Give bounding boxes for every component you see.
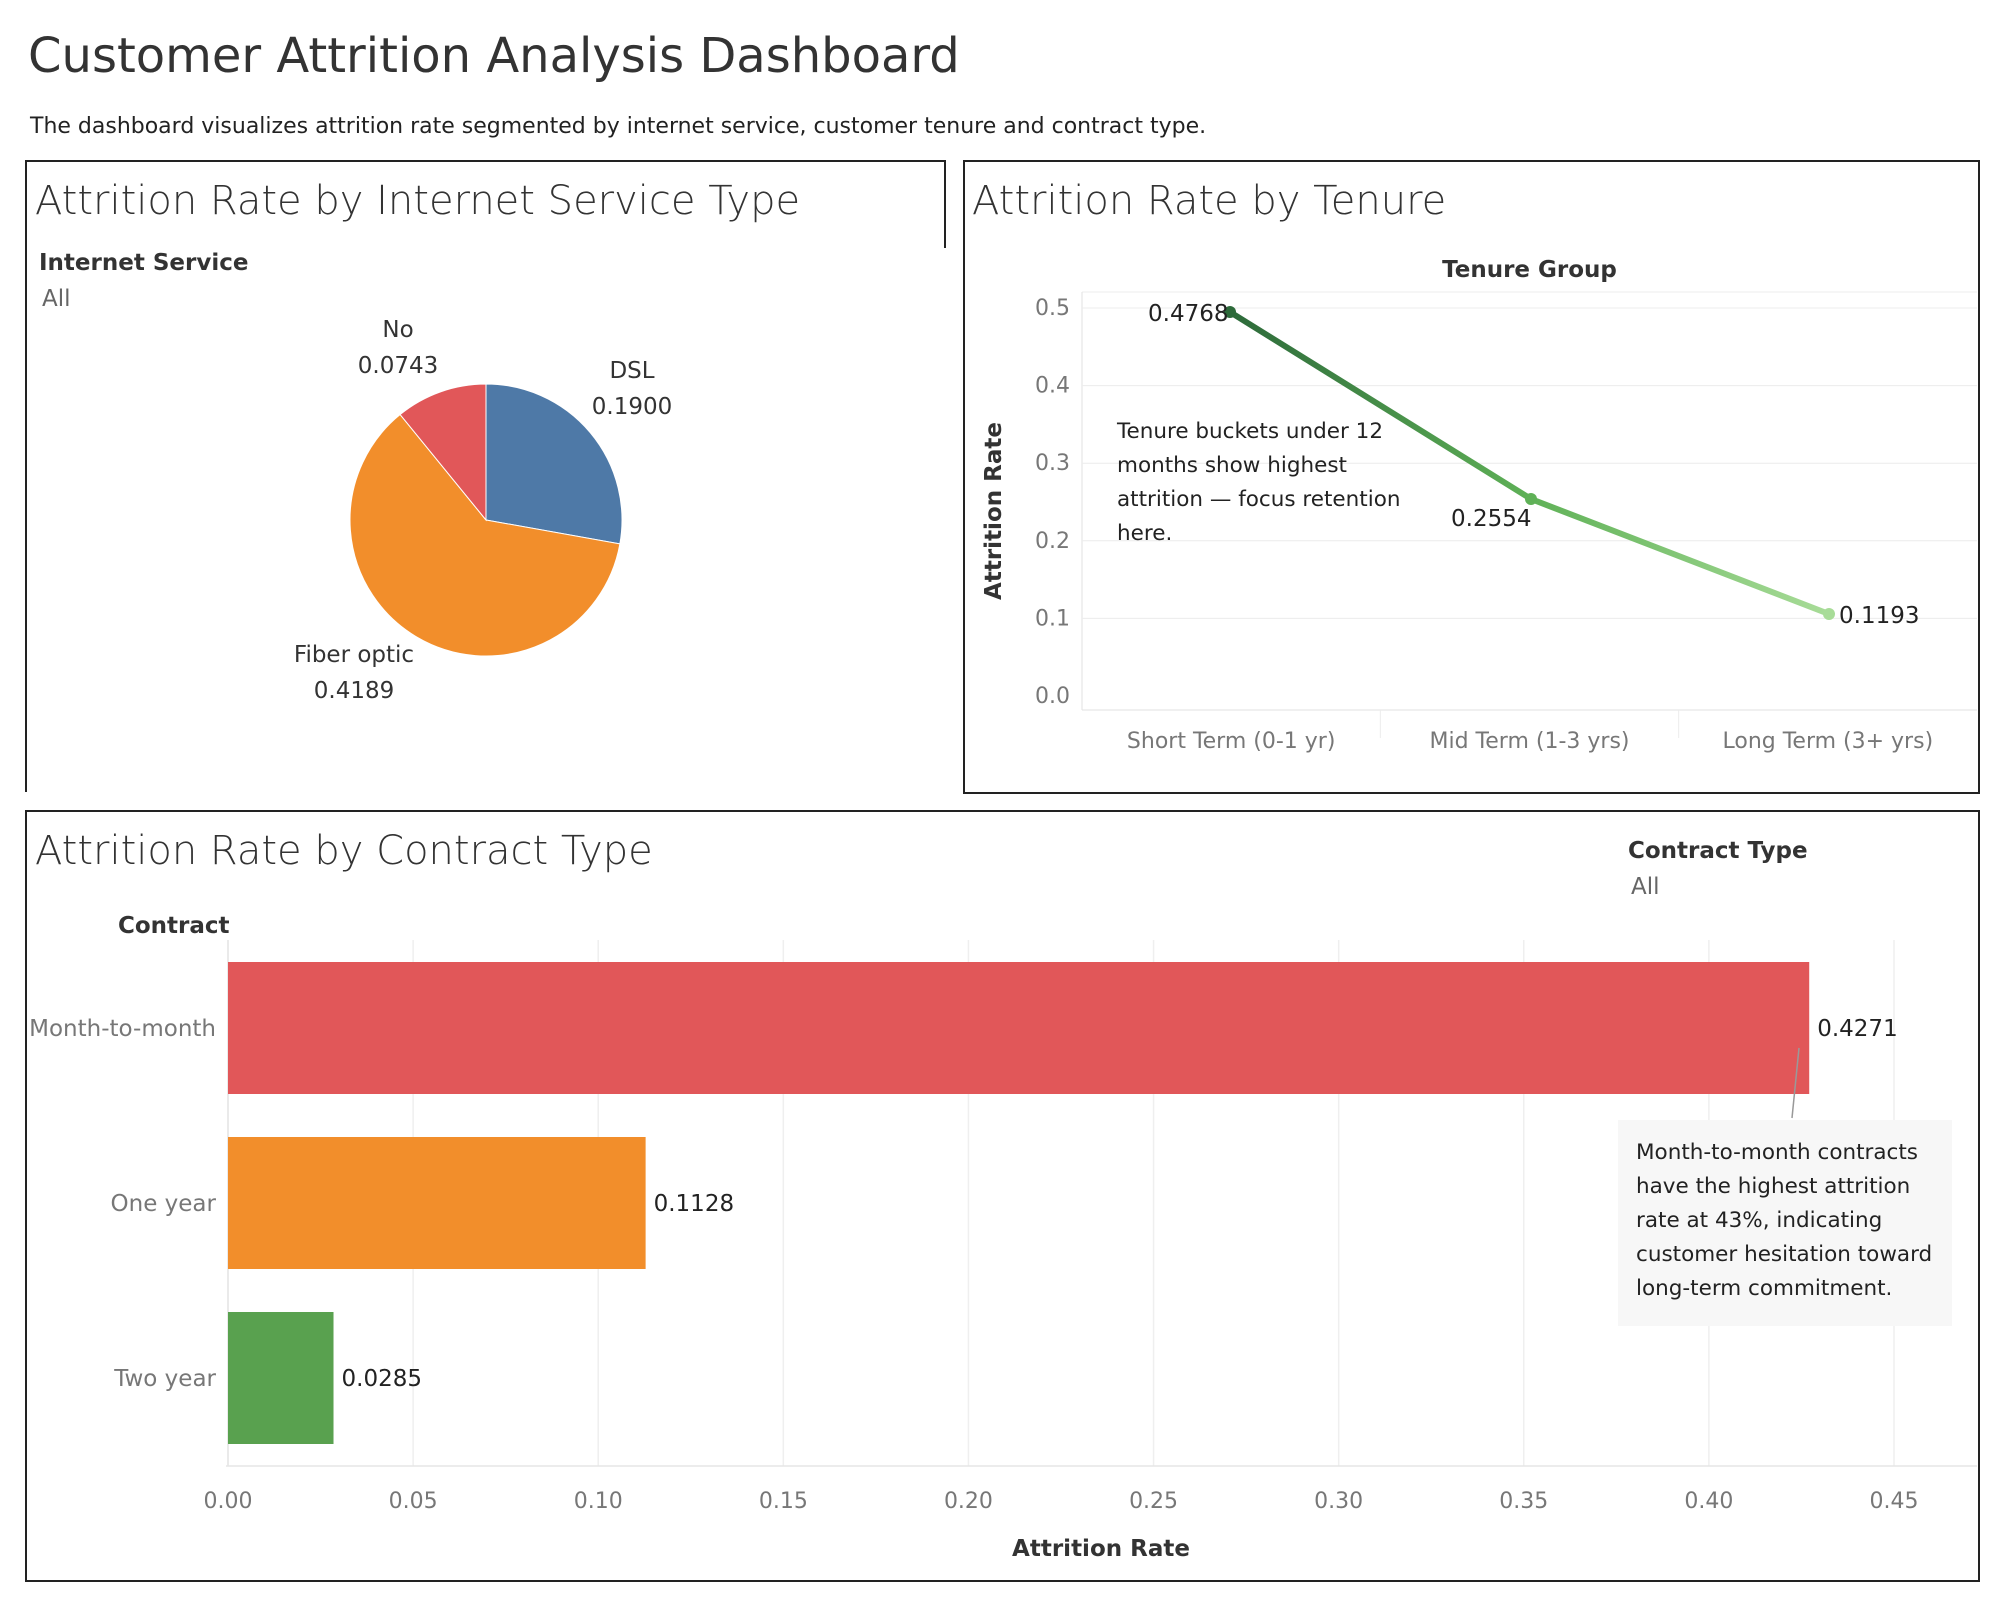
tenure-panel-title: Attrition Rate by Tenure bbox=[972, 178, 1447, 224]
line-y-tick-label: 0.5 bbox=[1035, 296, 1070, 321]
tenure-point bbox=[1823, 608, 1835, 620]
bar-x-tick-label: 0.35 bbox=[1499, 1489, 1548, 1514]
bar-value-label: 0.1128 bbox=[654, 1191, 734, 1217]
line-y-tick-label: 0.4 bbox=[1035, 374, 1070, 399]
contract-annotation: Month-to-month contracts have the highes… bbox=[1618, 1120, 1952, 1326]
pie-label-fiber-optic-category: Fiber optic bbox=[294, 642, 414, 668]
line-x-tick-label: Mid Term (1-3 yrs) bbox=[1430, 729, 1630, 754]
bar-category-label: Month-to-month bbox=[29, 1016, 216, 1042]
tenure-data-label: 0.2554 bbox=[1451, 506, 1531, 532]
bar-x-tick-label: 0.05 bbox=[389, 1489, 438, 1514]
line-y-tick-label: 0.1 bbox=[1035, 606, 1070, 631]
bar-x-tick-label: 0.00 bbox=[204, 1489, 253, 1514]
line-y-axis-title: Attrition Rate bbox=[981, 422, 1007, 600]
contract-axis-title: Contract bbox=[118, 913, 230, 939]
tenure-annotation: Tenure buckets under 12 months show high… bbox=[1117, 419, 1401, 546]
bar-category-label: Two year bbox=[113, 1366, 216, 1392]
pie-label-fiber-optic-value: 0.4189 bbox=[314, 678, 394, 704]
line-x-tick-label: Short Term (0-1 yr) bbox=[1127, 729, 1336, 754]
bar-x-tick-label: 0.25 bbox=[1129, 1489, 1178, 1514]
contract-type-filter-label: Contract Type bbox=[1628, 838, 1808, 864]
bar-category-label: One year bbox=[111, 1191, 217, 1217]
pie-label-dsl-category: DSL bbox=[609, 358, 654, 384]
bar-month-to-month bbox=[228, 962, 1810, 1094]
tenure-data-label: 0.4768 bbox=[1148, 301, 1228, 327]
bar-x-tick-label: 0.10 bbox=[574, 1489, 623, 1514]
pie-label-dsl-value: 0.1900 bbox=[592, 394, 672, 420]
tenure-point bbox=[1525, 493, 1537, 505]
internet-service-pie-chart: DSL 0.1900 Fiber optic 0.4189 No 0.0743 bbox=[294, 317, 672, 704]
bar-value-label: 0.0285 bbox=[342, 1366, 422, 1392]
line-x-tick-label: Long Term (3+ yrs) bbox=[1722, 729, 1933, 754]
bar-x-tick-label: 0.20 bbox=[944, 1489, 993, 1514]
pie-label-no-value: 0.0743 bbox=[358, 353, 438, 379]
tenure-data-label: 0.1193 bbox=[1839, 603, 1919, 629]
contract-type-filter-value[interactable]: All bbox=[1631, 874, 1660, 900]
bar-x-tick-label: 0.40 bbox=[1684, 1489, 1733, 1514]
bar-x-axis-title: Attrition Rate bbox=[1012, 1536, 1190, 1562]
bar-two-year bbox=[228, 1312, 334, 1444]
line-y-tick-label: 0.0 bbox=[1035, 684, 1070, 709]
pie-label-no-category: No bbox=[382, 317, 413, 343]
contract-panel-title: Attrition Rate by Contract Type bbox=[35, 828, 653, 874]
bar-x-tick-label: 0.30 bbox=[1314, 1489, 1363, 1514]
bar-one-year bbox=[228, 1137, 646, 1269]
tenure-axis-title: Tenure Group bbox=[1442, 257, 1617, 283]
bar-x-tick-label: 0.45 bbox=[1870, 1489, 1919, 1514]
line-y-tick-label: 0.2 bbox=[1035, 529, 1070, 554]
bar-x-tick-label: 0.15 bbox=[759, 1489, 808, 1514]
bar-value-label: 0.4271 bbox=[1817, 1016, 1897, 1042]
line-y-tick-label: 0.3 bbox=[1035, 451, 1070, 476]
